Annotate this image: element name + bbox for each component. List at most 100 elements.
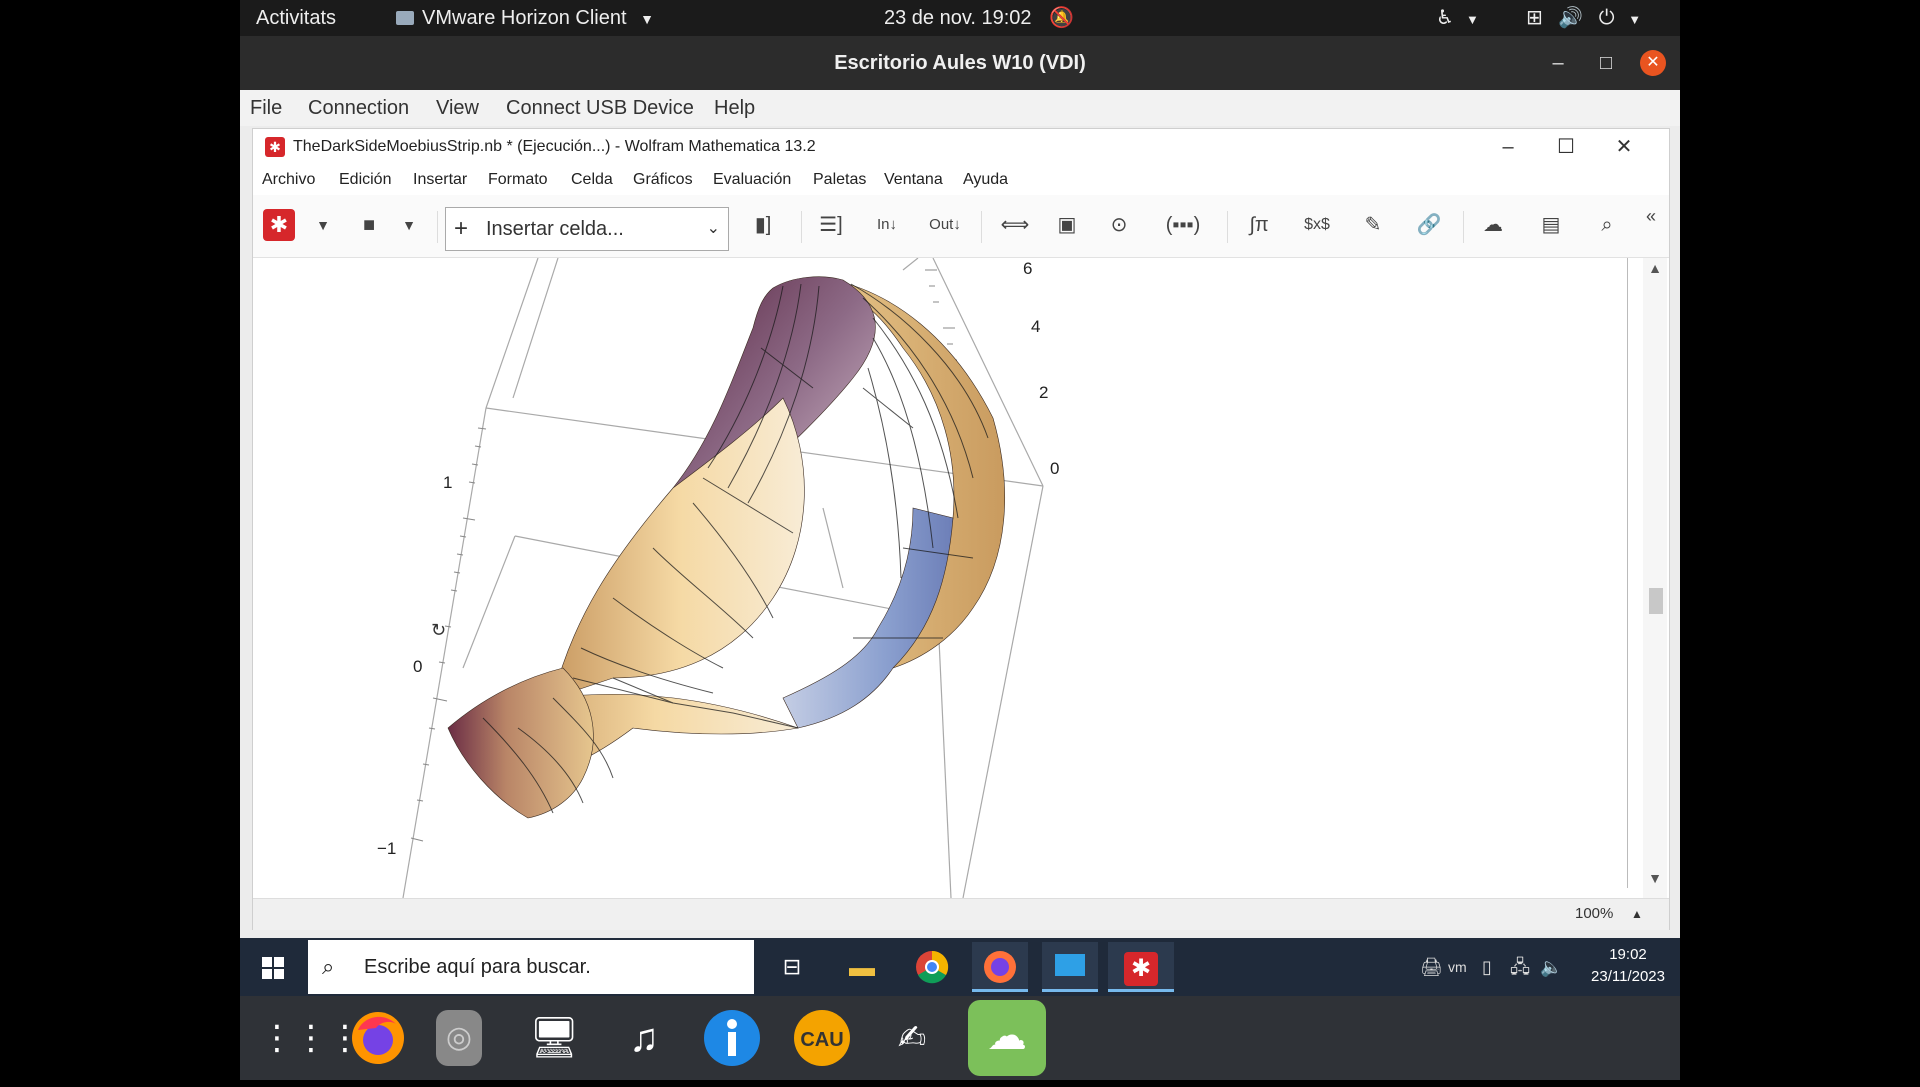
chevron-down-icon[interactable]: ▼ bbox=[303, 208, 343, 242]
math-input-icon[interactable]: ∫π bbox=[1239, 208, 1279, 242]
plus-icon: + bbox=[454, 215, 469, 242]
search-icon: ⌕ bbox=[322, 954, 335, 979]
menu-paletas[interactable]: Paletas bbox=[813, 165, 866, 195]
merge-cells-icon[interactable]: ▣ bbox=[1047, 208, 1087, 242]
chrome-icon[interactable] bbox=[904, 942, 960, 992]
taskbar-date: 23/11/2023 bbox=[1591, 968, 1665, 985]
music-icon[interactable]: ♫ bbox=[612, 1006, 676, 1070]
output-cell-icon[interactable]: Out↓ bbox=[925, 208, 965, 242]
camera-roll-icon[interactable]: ◎ bbox=[436, 1010, 482, 1066]
info-icon[interactable] bbox=[700, 1006, 764, 1070]
clock-menu[interactable]: 23 de nov. 19:02 🔕 bbox=[884, 0, 1074, 36]
horizon-cloud-icon[interactable]: ☁ bbox=[968, 1000, 1046, 1076]
collapse-toolbar-icon[interactable]: « bbox=[1631, 199, 1671, 233]
cell-bracket[interactable] bbox=[1617, 258, 1628, 888]
input-cell-icon[interactable]: In↓ bbox=[867, 208, 907, 242]
moebius-strip-3d-plot[interactable]: 6 4 2 0 1 0 −1 ↻ bbox=[253, 258, 1613, 898]
windows-logo-icon bbox=[262, 957, 284, 979]
accessibility-menu[interactable]: ♿ ▼ bbox=[1436, 0, 1479, 36]
menu-insertar[interactable]: Insertar bbox=[413, 165, 467, 195]
tick-label: 0 bbox=[413, 657, 422, 676]
pen-icon[interactable]: ✎ bbox=[1353, 208, 1393, 242]
tray-usb-icon[interactable]: ▯ bbox=[1482, 938, 1492, 996]
menu-ayuda[interactable]: Ayuda bbox=[963, 165, 1008, 195]
close-button[interactable]: ✕ bbox=[1599, 129, 1649, 165]
status-bar: 100% ▲ bbox=[253, 898, 1669, 930]
firefox-icon[interactable] bbox=[972, 942, 1028, 992]
tick-label: 1 bbox=[443, 473, 452, 492]
activities-button[interactable]: Activitats bbox=[256, 0, 336, 36]
mathematica-logo-icon: ✱ bbox=[1124, 952, 1158, 986]
firefox-icon[interactable] bbox=[346, 1006, 410, 1070]
zoom-level[interactable]: 100% bbox=[1575, 899, 1613, 929]
network-icon: ⊞ bbox=[1526, 7, 1543, 29]
search-icon[interactable]: ⌕ bbox=[1587, 208, 1627, 242]
notebook-content[interactable]: 6 4 2 0 1 0 −1 ↻ ▲ ▼ bbox=[253, 258, 1669, 898]
menu-graficos[interactable]: Gráficos bbox=[633, 165, 693, 195]
template-icon[interactable]: ⊙ bbox=[1099, 208, 1139, 242]
vertical-scrollbar[interactable]: ▲ ▼ bbox=[1643, 258, 1667, 898]
task-view-icon[interactable]: ⊟ bbox=[764, 942, 820, 992]
file-explorer-icon[interactable]: ▬ bbox=[834, 942, 890, 992]
link-icon[interactable]: 🔗 bbox=[1409, 208, 1449, 242]
menu-edicion[interactable]: Edición bbox=[339, 165, 391, 195]
chevron-down-icon: ▼ bbox=[640, 11, 654, 27]
maximize-button[interactable]: ☐ bbox=[1541, 129, 1591, 165]
vmware-app-icon bbox=[396, 11, 414, 25]
tray-volume-icon[interactable]: 🔈 bbox=[1540, 938, 1562, 996]
mathematica-taskbar-icon[interactable]: ✱ bbox=[1108, 942, 1174, 992]
placeholder-icon[interactable]: (▪▪▪) bbox=[1155, 208, 1211, 242]
menu-view[interactable]: View bbox=[436, 90, 479, 126]
tick-label: 2 bbox=[1039, 383, 1048, 402]
taskbar-search-box[interactable]: ⌕ Escribe aquí para buscar. bbox=[308, 940, 754, 994]
tray-network-icon[interactable]: 🖧 bbox=[1510, 938, 1530, 996]
volume-icon: 🔊 bbox=[1558, 7, 1584, 29]
menu-evaluacion[interactable]: Evaluación bbox=[713, 165, 791, 195]
close-button[interactable]: ✕ bbox=[1640, 50, 1666, 76]
toolbar-separator bbox=[1227, 211, 1228, 243]
zoom-menu-icon[interactable]: ▲ bbox=[1631, 899, 1643, 929]
menu-connect-usb[interactable]: Connect USB Device bbox=[506, 90, 694, 126]
system-menu[interactable]: ⊞ 🔊 ⏻ ▼ bbox=[1526, 0, 1641, 36]
remote-desktop-icon[interactable]: 🖥 bbox=[522, 1006, 586, 1070]
chevron-down-icon[interactable]: ▼ bbox=[389, 208, 429, 242]
minimize-button[interactable]: – bbox=[1538, 36, 1578, 90]
toolbar-separator bbox=[437, 211, 438, 243]
menu-help[interactable]: Help bbox=[714, 90, 755, 126]
cell-bracket-icon[interactable]: ▮] bbox=[743, 208, 783, 242]
vmware-app-icon[interactable] bbox=[1042, 942, 1098, 992]
tray-vmware-icon[interactable]: vm bbox=[1448, 938, 1467, 996]
show-apps-grid-icon[interactable]: ⋮⋮⋮ bbox=[260, 1006, 362, 1070]
menu-celda[interactable]: Celda bbox=[571, 165, 613, 195]
insert-cell-dropdown[interactable]: + Insertar celda... ⌄ bbox=[445, 207, 729, 251]
scroll-thumb[interactable] bbox=[1649, 588, 1663, 614]
windows-start-button[interactable] bbox=[240, 938, 306, 996]
mathematica-menu-bar: Archivo Edición Insertar Formato Celda G… bbox=[253, 165, 1669, 195]
evaluation-gear-icon[interactable]: ✱ bbox=[263, 209, 295, 241]
menu-file[interactable]: File bbox=[250, 90, 282, 126]
menu-ventana[interactable]: Ventana bbox=[884, 165, 943, 195]
mathematica-logo-icon: ✱ bbox=[265, 137, 285, 157]
tray-printer-icon[interactable]: 🖨 bbox=[1420, 938, 1443, 996]
taskbar-time: 19:02 bbox=[1609, 946, 1647, 963]
scroll-up-icon[interactable]: ▲ bbox=[1643, 260, 1667, 276]
menu-archivo[interactable]: Archivo bbox=[262, 165, 315, 195]
app-menu[interactable]: VMware Horizon Client ▼ bbox=[396, 0, 654, 36]
abort-stop-icon[interactable]: ■ bbox=[349, 208, 389, 242]
notes-app-icon[interactable]: ✍ bbox=[880, 1006, 944, 1070]
scroll-down-icon[interactable]: ▼ bbox=[1643, 870, 1667, 886]
notebook-settings-icon[interactable]: ▤ bbox=[1531, 208, 1571, 242]
rotate-cursor-icon: ↻ bbox=[431, 620, 446, 640]
cau-app-icon[interactable]: CAU bbox=[790, 1006, 854, 1070]
maximize-button[interactable]: □ bbox=[1586, 36, 1626, 90]
divide-cell-icon[interactable]: ⟺ bbox=[995, 208, 1035, 242]
menu-connection[interactable]: Connection bbox=[308, 90, 409, 126]
cloud-upload-icon[interactable]: ☁ bbox=[1473, 208, 1513, 242]
latex-icon[interactable]: $x$ bbox=[1297, 208, 1337, 242]
group-cells-icon[interactable]: ☰] bbox=[811, 208, 851, 242]
taskbar-clock[interactable]: 19:02 23/11/2023 bbox=[1580, 944, 1676, 988]
firefox-logo bbox=[984, 951, 1016, 983]
accessibility-icon: ♿ bbox=[1436, 7, 1454, 29]
menu-formato[interactable]: Formato bbox=[488, 165, 548, 195]
minimize-button[interactable]: – bbox=[1483, 129, 1533, 165]
